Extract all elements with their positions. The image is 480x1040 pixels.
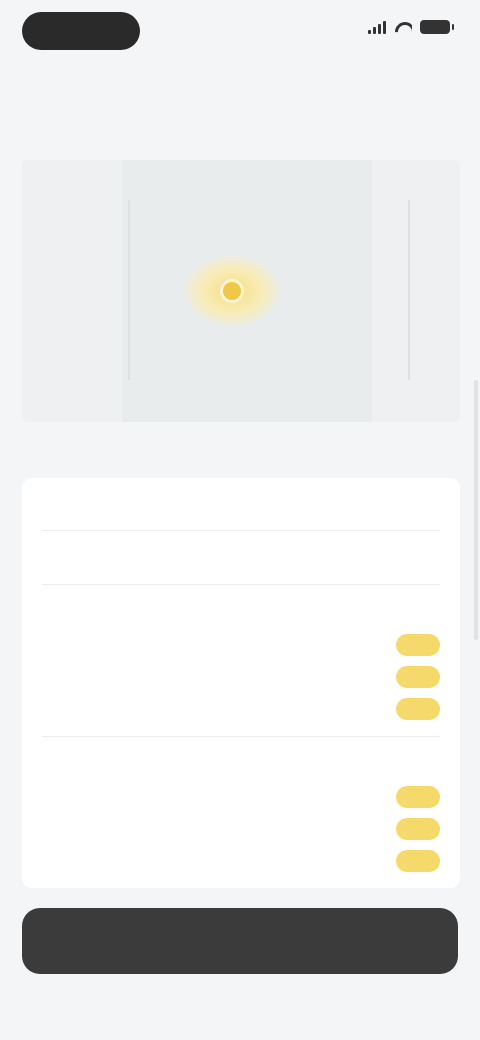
status-badge bbox=[396, 786, 440, 808]
list-sub-item[interactable] bbox=[42, 666, 440, 688]
preview-lane bbox=[372, 160, 460, 422]
app-screen bbox=[0, 0, 480, 1040]
status-badge bbox=[396, 634, 440, 656]
battery-icon bbox=[420, 20, 454, 34]
preview-divider bbox=[128, 200, 130, 380]
list-sub-item[interactable] bbox=[42, 850, 440, 872]
status-badge bbox=[396, 698, 440, 720]
signal-icon bbox=[368, 20, 386, 34]
preview-lane bbox=[22, 160, 122, 422]
location-marker[interactable] bbox=[184, 256, 280, 326]
preview-divider bbox=[408, 200, 410, 380]
details-card bbox=[22, 478, 460, 888]
divider bbox=[42, 584, 440, 585]
scrollbar[interactable] bbox=[474, 380, 478, 640]
list-sub-item[interactable] bbox=[42, 818, 440, 840]
divider bbox=[42, 530, 440, 531]
list-sub-item[interactable] bbox=[42, 786, 440, 808]
status-badge bbox=[396, 818, 440, 840]
primary-action-button[interactable] bbox=[22, 908, 458, 974]
status-badge bbox=[396, 850, 440, 872]
status-time bbox=[22, 12, 140, 50]
list-sub-item[interactable] bbox=[42, 698, 440, 720]
status-icons bbox=[368, 20, 454, 34]
status-bar bbox=[0, 0, 480, 64]
location-marker-icon bbox=[220, 279, 244, 303]
status-badge bbox=[396, 666, 440, 688]
wifi-icon bbox=[394, 21, 412, 33]
list-sub-item[interactable] bbox=[42, 634, 440, 656]
divider bbox=[42, 736, 440, 737]
